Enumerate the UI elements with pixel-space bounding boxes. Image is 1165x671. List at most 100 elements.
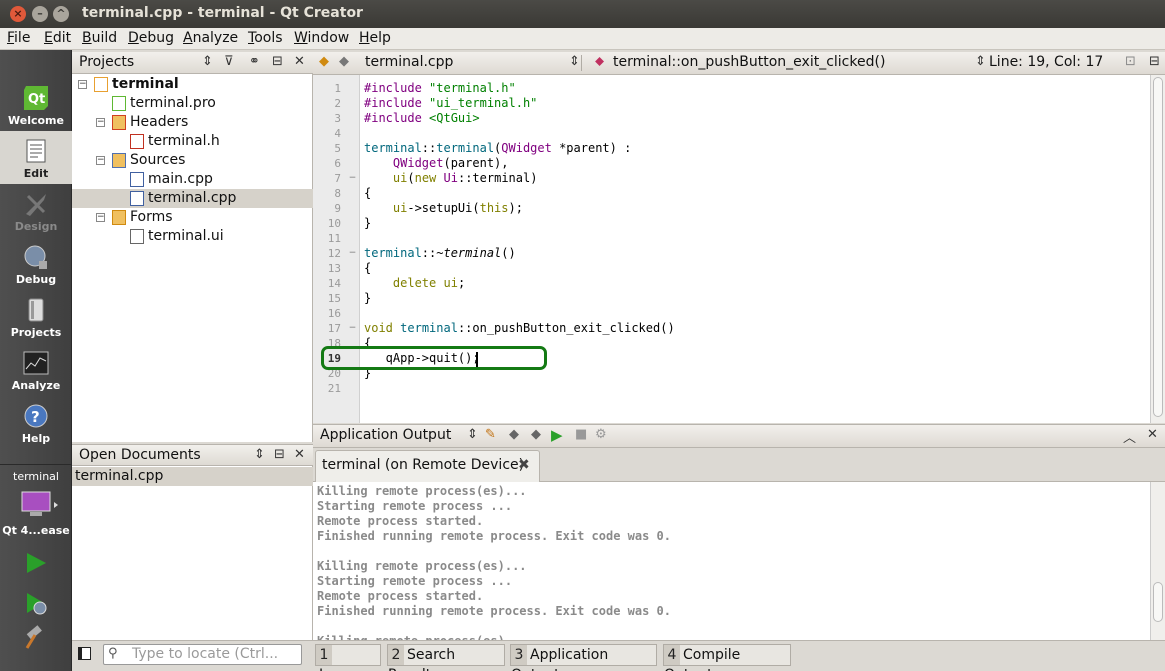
next-item-icon[interactable]: ◆ (531, 427, 541, 442)
output-line: Finished running remote process. Exit co… (317, 529, 672, 543)
tree-item-label: Forms (130, 209, 173, 225)
stop-icon[interactable]: ■ (575, 427, 587, 442)
dropdown-arrows-icon[interactable]: ⇕ (569, 54, 580, 69)
editor-toolbar: ◆ ◆ terminal.cpp ⇕ ⬥ terminal::on_pushBu… (313, 52, 1165, 75)
collapse-toggle-icon[interactable]: − (96, 118, 105, 127)
lock-icon: ⊡ (1125, 54, 1136, 69)
menu-file[interactable]: File (7, 30, 30, 46)
rerun-icon[interactable]: ▶ (551, 426, 563, 444)
tree-item[interactable]: main.cpp (72, 170, 313, 189)
fold-marker-icon[interactable]: − (348, 249, 357, 258)
output-scrollbar[interactable] (1150, 482, 1165, 640)
tree-item[interactable]: − Forms (72, 208, 313, 227)
split-icon[interactable]: ⊟ (274, 447, 285, 462)
open-documents-header: Open Documents ⇕ ⊟ ✕ (72, 444, 313, 466)
split-icon[interactable]: ⊟ (1149, 54, 1160, 69)
projects-panel-title: Projects (79, 54, 135, 70)
line-number: 21 (327, 382, 341, 395)
output-pane-tab-search-results[interactable]: 2Search Results (387, 644, 505, 671)
toggle-sidebar-icon[interactable] (78, 647, 91, 660)
scrollbar-thumb[interactable] (1153, 77, 1163, 417)
start-debugging-icon[interactable] (23, 590, 49, 616)
output-tab[interactable]: terminal (on Remote Device) ✖ (315, 450, 540, 482)
menu-debug[interactable]: Debug (128, 30, 174, 46)
clean-output-icon[interactable]: ✎ (485, 427, 496, 442)
tab-number: 3 (511, 645, 527, 665)
mode-analyze[interactable]: Analyze (0, 343, 72, 396)
mode-help[interactable]: ? Help (0, 396, 72, 449)
tab-number: 2 (388, 645, 404, 665)
close-pane-icon[interactable]: ✕ (1147, 427, 1158, 442)
mode-debug[interactable]: Debug (0, 237, 72, 290)
menu-tools[interactable]: Tools (248, 30, 283, 46)
tree-item[interactable]: terminal.h (72, 132, 313, 151)
code-line: void terminal::on_pushButton_exit_clicke… (364, 321, 675, 335)
filter-icon[interactable]: ⊽ (224, 54, 234, 69)
output-text: Killing remote process(es)... Starting re… (313, 482, 1150, 640)
attach-debugger-icon[interactable]: ⚙ (595, 427, 607, 442)
mode-design[interactable]: Design (0, 184, 72, 237)
symbol-selector[interactable]: terminal::on_pushButton_exit_clicked() (613, 54, 885, 70)
menu-analyze[interactable]: Analyze (183, 30, 238, 46)
fold-marker-icon[interactable]: − (348, 324, 357, 333)
menu-window[interactable]: Window (294, 30, 349, 46)
forward-arrow-icon[interactable]: ◆ (339, 54, 349, 69)
collapse-toggle-icon[interactable]: − (78, 80, 87, 89)
close-panel-icon[interactable]: ✕ (294, 54, 305, 69)
output-pane-header: Application Output ⇕ ✎ ◆ ◆ ▶ ■ ⚙ ︿ ✕ (313, 424, 1165, 448)
window-title: terminal.cpp - terminal - Qt Creator (82, 5, 363, 21)
pane-selector-arrows-icon[interactable]: ⇕ (467, 427, 478, 442)
close-window-icon[interactable]: × (10, 6, 26, 22)
fold-marker-icon[interactable]: − (348, 174, 357, 183)
minimize-window-icon[interactable]: – (32, 6, 48, 22)
tree-item[interactable]: − Sources (72, 151, 313, 170)
mode-projects[interactable]: Projects (0, 290, 72, 343)
target-device-icon[interactable] (20, 490, 60, 522)
menu-help[interactable]: Help (359, 30, 391, 46)
cpp-file-icon (130, 172, 144, 187)
code-line: delete ui; (392, 276, 466, 290)
tree-item[interactable]: terminal.pro (72, 94, 313, 113)
output-line: Killing remote process(es)... (317, 559, 527, 573)
title-bar: × – ^ terminal.cpp - terminal - Qt Creat… (0, 0, 1165, 28)
view-selector-icon[interactable]: ⇕ (254, 447, 265, 462)
line-number: 12 (327, 247, 341, 260)
run-icon[interactable] (23, 550, 49, 576)
svg-text:Qt: Qt (28, 92, 45, 107)
maximize-window-icon[interactable]: ^ (53, 6, 69, 22)
back-arrow-icon[interactable]: ◆ (319, 54, 329, 69)
split-icon[interactable]: ⊟ (272, 54, 283, 69)
tree-item[interactable]: terminal.ui (72, 227, 313, 246)
line-number: 13 (327, 262, 341, 275)
code-editor[interactable]: #include "terminal.h" #include "ui_termin… (360, 75, 1150, 423)
maximize-pane-icon[interactable]: ︿ (1123, 427, 1136, 446)
tree-item[interactable]: − terminal (72, 75, 313, 94)
project-tree: − terminal terminal.pro − Headers terminal.h −… (72, 74, 313, 442)
locator-input[interactable]: ⚲ Type to locate (Ctrl... (103, 644, 302, 665)
line-number: 10 (327, 217, 341, 230)
output-pane-tab-issues[interactable]: 1 Issues (315, 644, 381, 671)
build-hammer-icon[interactable] (23, 625, 49, 651)
editor-scrollbar[interactable] (1150, 75, 1165, 423)
open-document-item[interactable]: terminal.cpp (72, 467, 313, 486)
scrollbar-thumb[interactable] (1153, 582, 1163, 622)
collapse-toggle-icon[interactable]: − (96, 213, 105, 222)
code-line: QWidget(parent), (392, 156, 509, 170)
mode-welcome[interactable]: Qt Welcome (0, 78, 72, 131)
sync-link-icon[interactable]: ⚭ (249, 54, 260, 69)
output-pane-tab-application-output[interactable]: 3Application Output (510, 644, 657, 671)
tree-item[interactable]: terminal.cpp (72, 189, 313, 208)
collapse-toggle-icon[interactable]: − (96, 156, 105, 165)
view-selector-icon[interactable]: ⇕ (202, 54, 213, 69)
menu-build[interactable]: Build (82, 30, 117, 46)
mode-edit[interactable]: Edit (0, 131, 72, 184)
previous-item-icon[interactable]: ◆ (509, 427, 519, 442)
output-line: Remote process started. (317, 589, 484, 603)
close-tab-icon[interactable]: ✖ (518, 457, 530, 473)
dropdown-arrows-icon[interactable]: ⇕ (975, 54, 986, 69)
close-panel-icon[interactable]: ✕ (294, 447, 305, 462)
tree-item[interactable]: − Headers (72, 113, 313, 132)
document-selector[interactable]: terminal.cpp (365, 54, 453, 70)
menu-edit[interactable]: Edit (44, 30, 71, 46)
output-pane-tab-compile-output[interactable]: 4Compile Output (663, 644, 791, 671)
